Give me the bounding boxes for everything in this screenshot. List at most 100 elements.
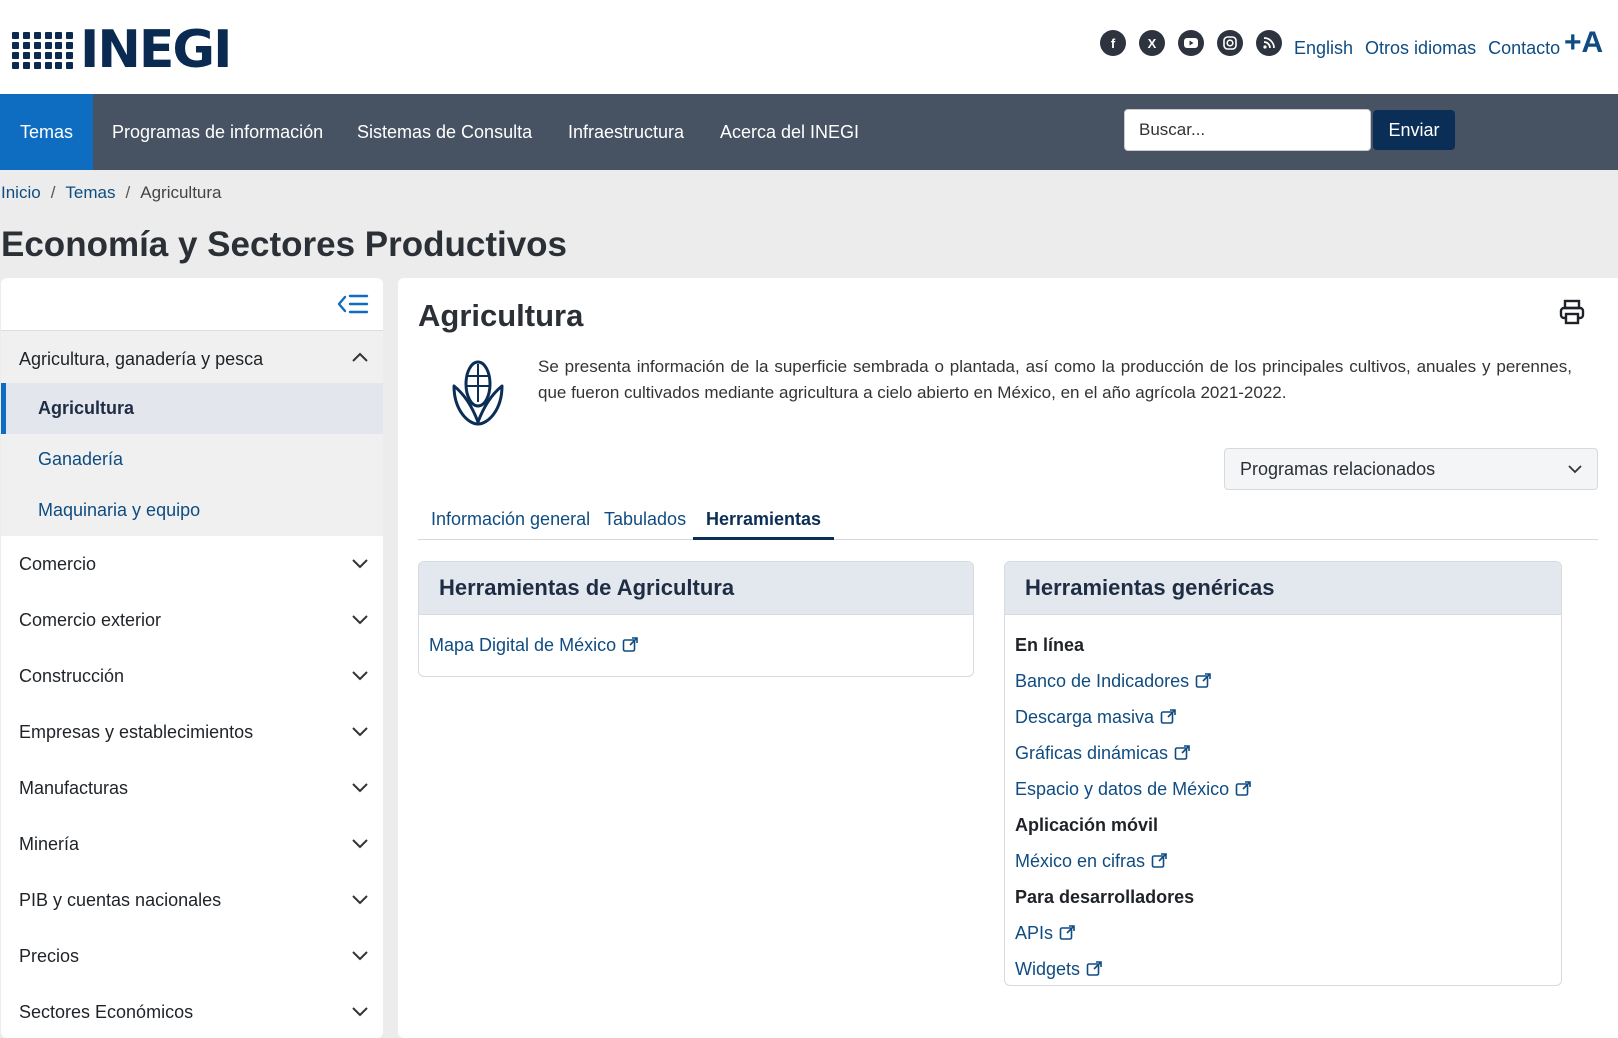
nav-item-infraestructura[interactable]: Infraestructura	[548, 94, 704, 170]
sidebar-category-pib[interactable]: PIB y cuentas nacionales	[1, 872, 383, 928]
inegi-logo[interactable]: INEGI	[12, 20, 232, 80]
page-title: Economía y Sectores Productivos	[1, 225, 568, 264]
english-link[interactable]: English	[1294, 38, 1353, 59]
category-label: Precios	[19, 946, 80, 966]
sidebar-category-mineria[interactable]: Minería	[1, 816, 383, 872]
nav-item-sistemas[interactable]: Sistemas de Consulta	[337, 94, 552, 170]
search-input[interactable]: Buscar...	[1124, 109, 1371, 151]
sidebar: Agricultura, ganadería y pesca Agricultu…	[1, 278, 383, 1038]
social-links: f X	[1100, 30, 1282, 56]
breadcrumb-topics[interactable]: Temas	[65, 183, 115, 202]
corn-icon	[452, 360, 504, 426]
contact-link[interactable]: Contacto	[1488, 38, 1560, 59]
top-links: English Otros idiomas Contacto	[1294, 38, 1560, 59]
instagram-icon[interactable]	[1217, 30, 1243, 56]
tab-herramientas[interactable]: Herramientas	[693, 498, 835, 540]
descarga-masiva-link[interactable]: Descarga masiva	[1015, 699, 1551, 735]
sidebar-category-sectores[interactable]: Sectores Económicos	[1, 984, 383, 1038]
other-languages-link[interactable]: Otros idiomas	[1365, 38, 1476, 59]
sidebar-category-agricultura-ganaderia-pesca[interactable]: Agricultura, ganadería y pesca	[1, 331, 383, 387]
chevron-down-icon	[1568, 465, 1582, 474]
related-programs-select[interactable]: Programas relacionados	[1224, 448, 1598, 490]
category-label: Sectores Económicos	[19, 1002, 194, 1022]
category-label: PIB y cuentas nacionales	[19, 890, 222, 910]
breadcrumb-separator: /	[50, 183, 56, 202]
content-tabs: Información general Tabulados Herramient…	[418, 498, 1598, 540]
section-title: Agricultura	[418, 298, 584, 333]
chevron-up-icon	[352, 352, 368, 362]
category-label: Empresas y establecimientos	[19, 722, 254, 742]
external-link-icon	[1160, 709, 1176, 724]
category-label: Comercio exterior	[19, 610, 162, 630]
font-size-button[interactable]: +A	[1564, 26, 1603, 60]
widgets-link[interactable]: Widgets	[1015, 951, 1551, 985]
logo-text: INEGI	[80, 20, 232, 80]
nav-item-programas[interactable]: Programas de información	[92, 94, 343, 170]
nav-item-temas[interactable]: Temas	[0, 94, 94, 170]
banco-indicadores-link[interactable]: Banco de Indicadores	[1015, 663, 1551, 699]
chevron-down-icon	[352, 895, 368, 905]
external-link-icon	[1151, 853, 1167, 868]
search-submit-button[interactable]: Enviar	[1373, 110, 1455, 150]
sidebar-category-manufacturas[interactable]: Manufacturas	[1, 760, 383, 816]
external-link-icon	[1174, 745, 1190, 760]
section-mobile: Aplicación móvil	[1015, 815, 1159, 835]
x-icon[interactable]: X	[1139, 30, 1165, 56]
print-icon[interactable]	[1558, 298, 1586, 326]
espacio-datos-link[interactable]: Espacio y datos de México	[1015, 771, 1551, 807]
category-label: Manufacturas	[19, 778, 129, 798]
mapa-digital-link[interactable]: Mapa Digital de México	[429, 627, 963, 663]
breadcrumb-home[interactable]: Inicio	[1, 183, 41, 202]
graficas-dinamicas-link[interactable]: Gráficas dinámicas	[1015, 735, 1551, 771]
sidebar-category-construccion[interactable]: Construcción	[1, 648, 383, 704]
tab-informacion-general[interactable]: Información general	[418, 498, 603, 540]
chevron-down-icon	[352, 559, 368, 569]
chevron-down-icon	[352, 783, 368, 793]
logo-mark-icon	[12, 26, 74, 74]
tab-tabulados[interactable]: Tabulados	[591, 498, 699, 540]
breadcrumb: Inicio / Temas / Agricultura	[1, 183, 222, 203]
category-label: Agricultura, ganadería y pesca	[19, 349, 264, 369]
apis-link[interactable]: APIs	[1015, 915, 1551, 951]
chevron-down-icon	[352, 727, 368, 737]
section-online: En línea	[1015, 635, 1085, 655]
topic-description: Se presenta información de la superficie…	[538, 357, 1572, 402]
category-label: Comercio	[19, 554, 97, 574]
chevron-down-icon	[352, 615, 368, 625]
collapse-sidebar-icon[interactable]	[337, 292, 369, 316]
sidebar-item-maquinaria: Maquinaria y equipo	[1, 485, 383, 536]
main-navbar: Temas Programas de información Sistemas …	[0, 94, 1618, 170]
sidebar-category-precios[interactable]: Precios	[1, 928, 383, 984]
youtube-icon[interactable]	[1178, 30, 1204, 56]
tools-agricultura-card: Herramientas de Agricultura Mapa Digital…	[418, 561, 974, 677]
category-label: Construcción	[19, 666, 125, 686]
chevron-down-icon	[352, 671, 368, 681]
sidebar-item-ganaderia: Ganadería	[1, 434, 383, 485]
card-title: Herramientas de Agricultura	[419, 562, 973, 615]
select-value: Programas relacionados	[1240, 459, 1436, 479]
sidebar-link-ganaderia[interactable]: Ganadería	[38, 449, 123, 469]
rss-icon[interactable]	[1256, 30, 1282, 56]
top-header: INEGI f X English Otros idiomas Contacto…	[0, 0, 1618, 94]
breadcrumb-separator: /	[125, 183, 131, 202]
card-title: Herramientas genéricas	[1005, 562, 1561, 615]
external-link-icon	[622, 637, 638, 652]
sidebar-category-comercio[interactable]: Comercio	[1, 536, 383, 592]
breadcrumb-current: Agricultura	[140, 183, 222, 202]
chevron-down-icon	[352, 951, 368, 961]
main-content: Agricultura Se presenta información de l…	[398, 278, 1618, 1038]
external-link-icon	[1059, 925, 1075, 940]
external-link-icon	[1235, 781, 1251, 796]
nav-item-acerca[interactable]: Acerca del INEGI	[700, 94, 879, 170]
category-label: Minería	[19, 834, 80, 854]
generic-tools-card: Herramientas genéricas En línea Banco de…	[1004, 561, 1562, 986]
mexico-en-cifras-link[interactable]: México en cifras	[1015, 843, 1551, 879]
sidebar-link-maquinaria[interactable]: Maquinaria y equipo	[38, 500, 200, 520]
facebook-icon[interactable]: f	[1100, 30, 1126, 56]
external-link-icon	[1195, 673, 1211, 688]
sidebar-category-comercio-exterior[interactable]: Comercio exterior	[1, 592, 383, 648]
sidebar-category-empresas[interactable]: Empresas y establecimientos	[1, 704, 383, 760]
sidebar-item-agricultura[interactable]: Agricultura	[1, 383, 383, 434]
chevron-down-icon	[352, 839, 368, 849]
section-developers: Para desarrolladores	[1015, 887, 1195, 907]
